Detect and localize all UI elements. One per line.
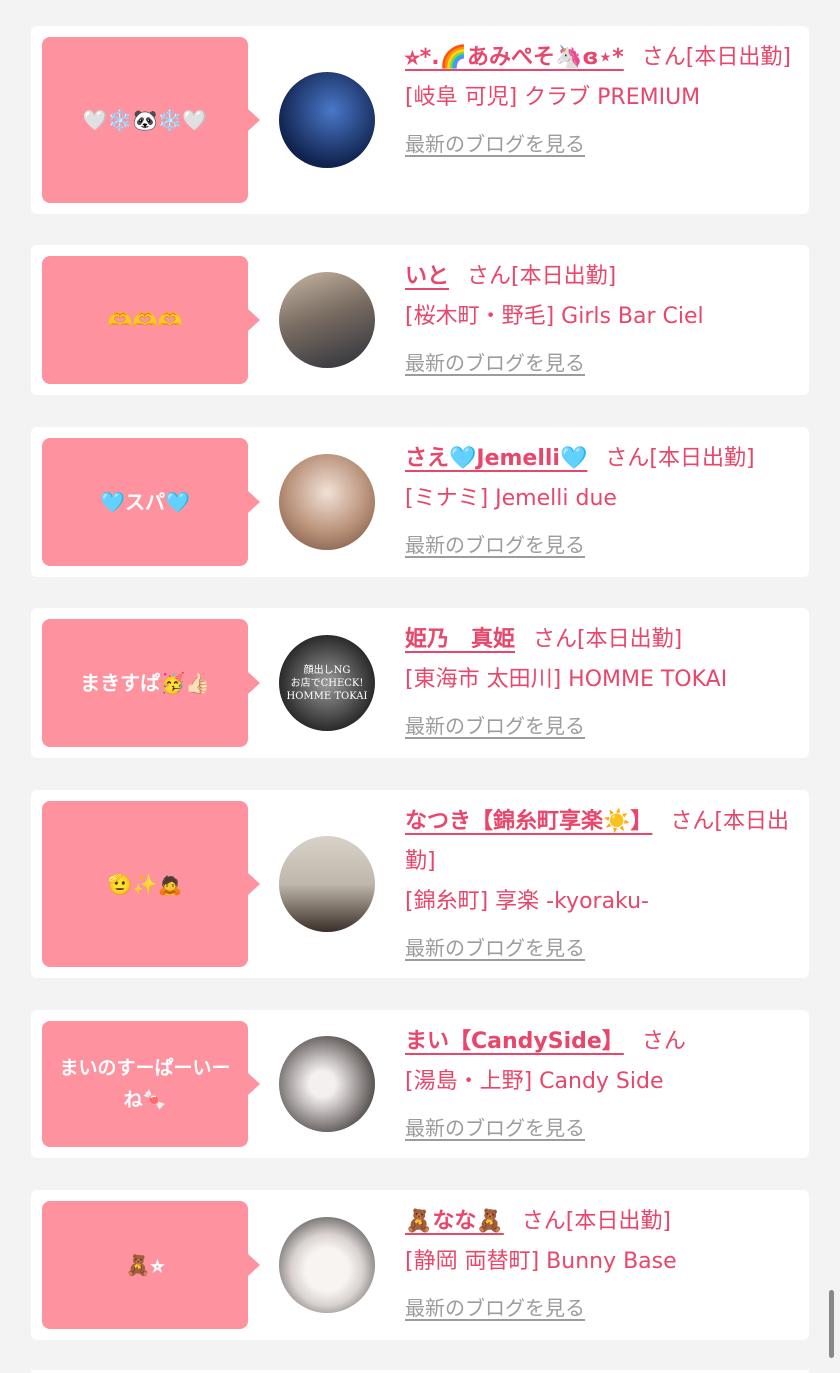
cast-info: なつき【錦糸町享楽☀️】 さん[本日出勤] [錦糸町] 享楽 -kyoraku- …: [405, 802, 799, 969]
cast-card: 🩵スパ🩵 さえ🩵Jemelli🩵 さん[本日出勤] [ミナミ] Jemelli d…: [31, 427, 809, 577]
avatar[interactable]: [279, 272, 375, 368]
cast-status: さん[本日出勤]: [533, 627, 683, 652]
shop-label: [静岡 両替町] Bunny Base: [405, 1249, 677, 1274]
cast-status: さん[本日出勤]: [605, 446, 755, 471]
avatar[interactable]: [279, 1036, 375, 1132]
avatar[interactable]: 顔出しNG お店でCHECK! HOMME TOKAI: [279, 635, 375, 731]
shop-label: [東海市 太田川] HOMME TOKAI: [405, 667, 728, 692]
cast-card: 🫶🫶🫶 いと さん[本日出勤] [桜木町・野毛] Girls Bar Ciel 最…: [31, 245, 809, 395]
shop-label: [岐阜 可児] クラブ PREMIUM: [405, 85, 701, 110]
message-bubble: 🫡✨🙇: [42, 801, 260, 967]
cast-info: さえ🩵Jemelli🩵 さん[本日出勤] [ミナミ] Jemelli due 最新…: [405, 439, 799, 566]
blog-link[interactable]: 最新のブログを見る: [405, 525, 585, 565]
cast-status: さん[本日出勤]: [467, 264, 617, 289]
blog-link[interactable]: 最新のブログを見る: [405, 124, 585, 164]
scrollbar[interactable]: [829, 1290, 834, 1358]
blog-link[interactable]: 最新のブログを見る: [405, 1288, 585, 1328]
cast-info: いと さん[本日出勤] [桜木町・野毛] Girls Bar Ciel 最新のブロ…: [405, 257, 799, 384]
avatar[interactable]: [279, 72, 375, 168]
message-bubble: 🤍❄️🐼❄️🤍: [42, 37, 260, 203]
avatar[interactable]: [279, 1217, 375, 1313]
cast-card: まきすぱ🥳👍🏻 顔出しNG お店でCHECK! HOMME TOKAI 姫乃 真…: [31, 608, 809, 758]
cast-status: さん: [641, 1029, 686, 1054]
shop-label: [湯島・上野] Candy Side: [405, 1069, 664, 1094]
cast-name-link[interactable]: 姫乃 真姫: [405, 627, 515, 652]
message-bubble: 🫶🫶🫶: [42, 256, 260, 384]
cast-name-link[interactable]: 🧸なな🧸: [405, 1209, 504, 1234]
avatar[interactable]: [279, 454, 375, 550]
cast-info: 姫乃 真姫 さん[本日出勤] [東海市 太田川] HOMME TOKAI 最新のブ…: [405, 620, 799, 747]
blog-link[interactable]: 最新のブログを見る: [405, 706, 585, 746]
cast-status: さん[本日出勤]: [641, 45, 791, 70]
blog-link[interactable]: 最新のブログを見る: [405, 343, 585, 383]
blog-link[interactable]: 最新のブログを見る: [405, 1108, 585, 1148]
avatar[interactable]: [279, 836, 375, 932]
cast-card: 🤍❄️🐼❄️🤍 ⭐︎*.🌈あみぺそ🦄ɞ‪⋆* さん[本日出勤] [岐阜 可児] ク…: [31, 26, 809, 214]
cast-card: まいのすーぱーいーね🍬 まい【CandySide】 さん [湯島・上野] Cand…: [31, 1010, 809, 1158]
cast-card: 🫡✨🙇 なつき【錦糸町享楽☀️】 さん[本日出勤] [錦糸町] 享楽 -kyora…: [31, 790, 809, 978]
cast-name-link[interactable]: いと: [405, 264, 449, 289]
cast-info: 🧸なな🧸 さん[本日出勤] [静岡 両替町] Bunny Base 最新のブログを…: [405, 1202, 799, 1329]
cast-card: 🧸⭐︎ 🧸なな🧸 さん[本日出勤] [静岡 両替町] Bunny Base 最新の…: [31, 1190, 809, 1340]
cast-info: まい【CandySide】 さん [湯島・上野] Candy Side 最新のブロ…: [405, 1022, 799, 1149]
blog-link[interactable]: 最新のブログを見る: [405, 928, 585, 968]
message-bubble: まきすぱ🥳👍🏻: [42, 619, 260, 747]
cast-name-link[interactable]: なつき【錦糸町享楽☀️】: [405, 809, 652, 834]
message-bubble: 🩵スパ🩵: [42, 438, 260, 566]
shop-label: [錦糸町] 享楽 -kyoraku-: [405, 889, 649, 914]
cast-info: ⭐︎*.🌈あみぺそ🦄ɞ‪⋆* さん[本日出勤] [岐阜 可児] クラブ PREMI…: [405, 38, 799, 165]
cast-status: さん[本日出勤]: [521, 1209, 671, 1234]
cast-name-link[interactable]: まい【CandySide】: [405, 1029, 624, 1054]
message-bubble: 🧸⭐︎: [42, 1201, 260, 1329]
cast-name-link[interactable]: ⭐︎*.🌈あみぺそ🦄ɞ‪⋆*: [405, 45, 624, 70]
avatar-caption: 顔出しNG お店でCHECK! HOMME TOKAI: [286, 664, 368, 702]
cast-name-link[interactable]: さえ🩵Jemelli🩵: [405, 446, 587, 471]
shop-label: [ミナミ] Jemelli due: [405, 486, 617, 511]
message-bubble: まいのすーぱーいーね🍬: [42, 1021, 260, 1147]
shop-label: [桜木町・野毛] Girls Bar Ciel: [405, 304, 704, 329]
